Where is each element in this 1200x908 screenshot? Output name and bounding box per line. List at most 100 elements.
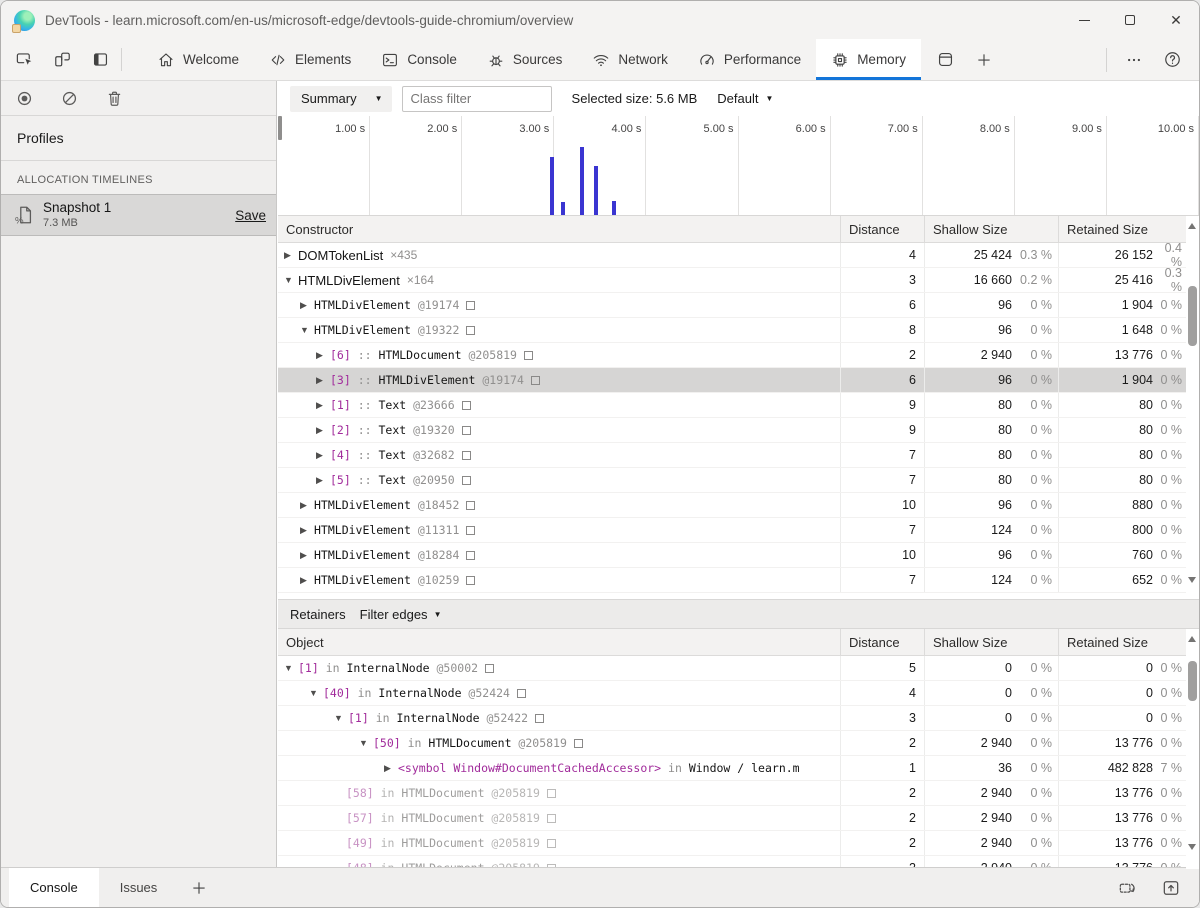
reveal-icon[interactable]	[547, 814, 556, 823]
scroll-down-icon[interactable]	[1188, 844, 1196, 850]
constructor-row[interactable]: ▶[6] :: HTMLDocument @20581922 9400 %13 …	[278, 343, 1199, 368]
expander-icon[interactable]: ▶	[300, 550, 314, 561]
expander-icon[interactable]: ▶	[300, 300, 314, 311]
column-header-object[interactable]: Object	[278, 629, 840, 655]
filter-edges-select[interactable]: Filter edges ▼	[360, 607, 442, 622]
device-refresh-button[interactable]	[1117, 878, 1137, 898]
expander-icon[interactable]: ▼	[359, 738, 373, 748]
record-heap-button[interactable]	[15, 89, 34, 108]
retainer-row[interactable]: [49] in HTMLDocument @20581922 9400 %13 …	[278, 831, 1199, 856]
tab-sources[interactable]: Sources	[472, 39, 578, 80]
expander-icon[interactable]: ▶	[316, 350, 330, 361]
tab-console[interactable]: Console	[366, 39, 472, 80]
column-header-retained-size[interactable]: Retained Size	[1058, 629, 1199, 655]
column-header-retained-size[interactable]: Retained Size	[1058, 216, 1199, 242]
snapshot-item[interactable]: % Snapshot 1 7.3 MB Save	[1, 194, 276, 236]
column-header-distance[interactable]: Distance	[840, 629, 924, 655]
expander-icon[interactable]: ▼	[300, 325, 314, 335]
drawer-tab-issues[interactable]: Issues	[99, 868, 179, 907]
constructor-row[interactable]: ▶HTMLDivElement @1131171240 %8000 %	[278, 518, 1199, 543]
expander-icon[interactable]: ▶	[316, 475, 330, 486]
column-header-constructor[interactable]: Constructor	[278, 216, 840, 242]
retainer-row[interactable]: ▼[1] in InternalNode @50002500 %00 %	[278, 656, 1199, 681]
reveal-icon[interactable]	[547, 789, 556, 798]
reveal-icon[interactable]	[466, 501, 475, 510]
delete-profile-button[interactable]	[105, 89, 124, 108]
retainer-row[interactable]: [58] in HTMLDocument @20581922 9400 %13 …	[278, 781, 1199, 806]
tab-network[interactable]: Network	[577, 39, 683, 80]
retainers-scrollbar[interactable]	[1186, 629, 1199, 869]
constructor-row[interactable]: ▶HTMLDivElement @1828410960 %7600 %	[278, 543, 1199, 568]
reveal-icon[interactable]	[462, 451, 471, 460]
constructor-row[interactable]: ▶[5] :: Text @209507800 %800 %	[278, 468, 1199, 493]
reveal-icon[interactable]	[462, 401, 471, 410]
constructor-row[interactable]: ▶[4] :: Text @326827800 %800 %	[278, 443, 1199, 468]
tab-performance[interactable]: Performance	[683, 39, 816, 80]
maximize-button[interactable]	[1107, 1, 1153, 39]
reveal-icon[interactable]	[531, 376, 540, 385]
tab-welcome[interactable]: Welcome	[142, 39, 254, 80]
expander-icon[interactable]: ▼	[309, 688, 323, 698]
add-drawer-tab-button[interactable]	[190, 879, 208, 897]
scrollbar-thumb[interactable]	[1188, 286, 1197, 346]
expander-icon[interactable]: ▶	[316, 375, 330, 386]
drawer-tab-console[interactable]: Console	[9, 868, 99, 907]
reveal-icon[interactable]	[466, 576, 475, 585]
reveal-icon[interactable]	[466, 551, 475, 560]
constructor-row[interactable]: ▶[2] :: Text @193209800 %800 %	[278, 418, 1199, 443]
constructor-scrollbar[interactable]	[1186, 216, 1199, 593]
reveal-icon[interactable]	[466, 326, 475, 335]
column-header-distance[interactable]: Distance	[840, 216, 924, 242]
reveal-icon[interactable]	[462, 426, 471, 435]
reveal-icon[interactable]	[535, 714, 544, 723]
expander-icon[interactable]: ▼	[284, 275, 298, 285]
reveal-icon[interactable]	[485, 664, 494, 673]
more-options-button[interactable]	[1115, 51, 1153, 69]
expander-icon[interactable]: ▶	[300, 525, 314, 536]
node-filter-select[interactable]: Default ▼	[717, 91, 773, 106]
tab-memory[interactable]: Memory	[816, 39, 921, 80]
reveal-icon[interactable]	[466, 301, 475, 310]
expander-icon[interactable]: ▶	[300, 500, 314, 511]
minimize-button[interactable]	[1061, 1, 1107, 39]
reveal-icon[interactable]	[547, 839, 556, 848]
inspect-button[interactable]	[5, 39, 43, 80]
tab-elements[interactable]: Elements	[254, 39, 366, 80]
reveal-icon[interactable]	[524, 351, 533, 360]
expander-icon[interactable]: ▶	[316, 450, 330, 461]
scroll-up-icon[interactable]	[1188, 223, 1196, 229]
retainer-row[interactable]: ▼[40] in InternalNode @52424400 %00 %	[278, 681, 1199, 706]
constructor-row[interactable]: ▶DOMTokenList×435425 4240.3 %26 1520.4 %	[278, 243, 1199, 268]
panel-box-button[interactable]	[927, 39, 965, 80]
expander-icon[interactable]: ▶	[300, 575, 314, 586]
expander-icon[interactable]: ▶	[316, 400, 330, 411]
help-button[interactable]	[1153, 50, 1191, 69]
retainer-row[interactable]: ▼[1] in InternalNode @52422300 %00 %	[278, 706, 1199, 731]
reveal-icon[interactable]	[466, 526, 475, 535]
expander-icon[interactable]: ▶	[384, 763, 398, 774]
perspective-select[interactable]: Summary ▼	[290, 86, 392, 112]
reveal-icon[interactable]	[574, 739, 583, 748]
constructor-row[interactable]: ▶[1] :: Text @236669800 %800 %	[278, 393, 1199, 418]
expander-icon[interactable]: ▶	[284, 250, 298, 261]
save-link[interactable]: Save	[235, 208, 266, 223]
constructor-row[interactable]: ▶HTMLDivElement @1845210960 %8800 %	[278, 493, 1199, 518]
scroll-up-icon[interactable]	[1188, 636, 1196, 642]
column-header-shallow-size[interactable]: Shallow Size	[924, 216, 1058, 242]
constructor-row[interactable]: ▶HTMLDivElement @1025971240 %6520 %	[278, 568, 1199, 593]
constructor-row[interactable]: ▶[3] :: HTMLDivElement @191746960 %1 904…	[278, 368, 1199, 393]
clear-profiles-button[interactable]	[60, 89, 79, 108]
constructor-row[interactable]: ▼HTMLDivElement×164316 6600.2 %25 4160.3…	[278, 268, 1199, 293]
class-filter-input[interactable]	[402, 86, 552, 112]
retainer-row[interactable]: ▼[50] in HTMLDocument @20581922 9400 %13…	[278, 731, 1199, 756]
retainer-row[interactable]: ▶<symbol Window#DocumentCachedAccessor> …	[278, 756, 1199, 781]
constructor-row[interactable]: ▼HTMLDivElement @193228960 %1 6480 %	[278, 318, 1199, 343]
expander-icon[interactable]: ▶	[316, 425, 330, 436]
constructor-row[interactable]: ▶HTMLDivElement @191746960 %1 9040 %	[278, 293, 1199, 318]
expand-drawer-button[interactable]	[1161, 878, 1181, 898]
expander-icon[interactable]: ▼	[334, 713, 348, 723]
device-emulation-button[interactable]	[43, 39, 81, 80]
scrollbar-thumb[interactable]	[1188, 661, 1197, 701]
timeline-left-grip[interactable]	[278, 116, 282, 140]
close-button[interactable]: ✕	[1153, 1, 1199, 39]
